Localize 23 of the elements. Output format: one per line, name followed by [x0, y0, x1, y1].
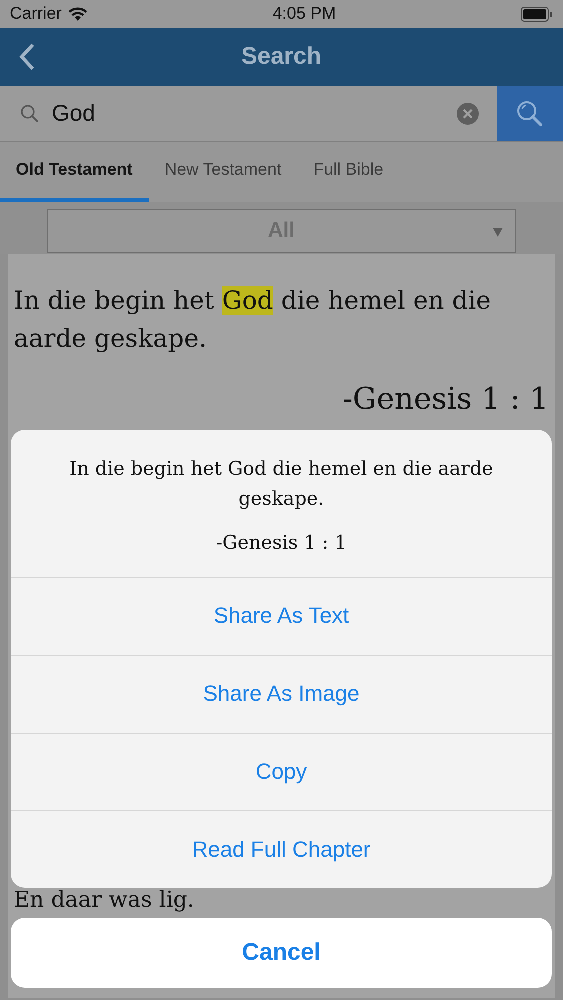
sheet-message: In die begin het God die hemel en die aarde geskape.	[68, 456, 494, 512]
action-button[interactable]: Share As Text	[11, 577, 552, 655]
clear-icon[interactable]	[457, 102, 479, 124]
back-icon[interactable]	[18, 43, 36, 71]
tab[interactable]: Full Bible	[298, 142, 400, 202]
battery-icon	[520, 6, 553, 22]
search-button[interactable]	[497, 86, 563, 141]
search-icon	[20, 104, 40, 124]
screen-title: Search	[241, 43, 322, 71]
action-button[interactable]: Share As Image	[11, 654, 552, 732]
verse-text: In die begin het God die hemel en die aarde geskape.	[14, 285, 492, 355]
sheet-reference: -Genesis 1 : 1	[216, 532, 347, 554]
verse-reference: -Genesis 1 : 1	[342, 382, 549, 417]
status-time: 4:05 PM	[272, 4, 336, 24]
wifi-icon	[68, 6, 88, 22]
cancel-button[interactable]: Cancel	[11, 918, 552, 988]
verse-text: En daar was lig.	[14, 888, 194, 914]
action-button[interactable]: Copy	[11, 732, 552, 810]
search-icon	[516, 100, 544, 128]
dropdown-arrow-icon	[493, 228, 503, 237]
carrier-label: Carrier	[10, 4, 62, 24]
action-button[interactable]: Read Full Chapter	[11, 810, 552, 888]
tab[interactable]: New Testament	[148, 142, 298, 202]
